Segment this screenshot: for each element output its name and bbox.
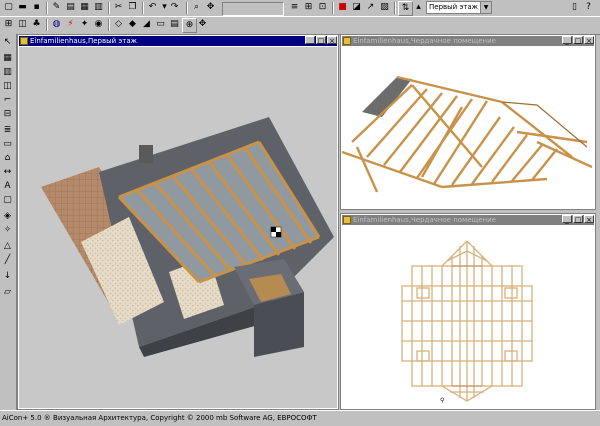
hide-icon[interactable]: ◫ (16, 18, 29, 31)
roof-truss-3d-render (342, 75, 593, 193)
triangle-icon[interactable]: △ (1, 240, 14, 253)
window-title: Einfamilienhaus,Первый этаж (30, 37, 137, 45)
minimize-button[interactable]: _ (562, 215, 572, 224)
eraser-icon[interactable]: ▱ (1, 286, 14, 299)
floor-up-icon[interactable]: ▴ (412, 1, 425, 14)
help-pointer-icon[interactable]: ? (582, 1, 595, 14)
viewport-roof-3d[interactable] (342, 47, 594, 208)
viewport-plan[interactable]: ⚲ (342, 226, 594, 408)
measure-icon[interactable]: ↗ (364, 1, 377, 14)
window-2d-attic-plan[interactable]: Einfamilienhaus,Чердачное помещение _ □ … (340, 213, 596, 410)
stair-icon[interactable]: ≣ (1, 124, 14, 137)
floor-select[interactable]: Первый этаж ▼ (426, 1, 492, 14)
copy-icon[interactable]: ❐ (126, 1, 139, 14)
maximize-button[interactable]: □ (573, 36, 583, 45)
opening-icon[interactable]: ◫ (1, 80, 14, 93)
pan-icon[interactable]: ✥ (204, 1, 217, 14)
slab-icon[interactable]: ▭ (1, 138, 14, 151)
color-icon[interactable]: ■ (336, 1, 349, 14)
eye-icon[interactable]: ◉ (92, 18, 105, 31)
render-icon[interactable]: ◪ (350, 1, 363, 14)
dimension-icon[interactable]: ↔ (1, 166, 14, 179)
chevron-down-icon[interactable]: ▼ (480, 2, 491, 13)
coordinate-field[interactable] (222, 2, 284, 16)
floor-select-value: Первый этаж (429, 3, 478, 11)
print-icon[interactable]: ▤ (64, 1, 77, 14)
window-app-icon (343, 37, 351, 45)
house-3d-render (41, 117, 334, 357)
open-folder-icon[interactable]: ▬ (16, 1, 29, 14)
preview-icon[interactable]: ▦ (78, 1, 91, 14)
window-title: Einfamilienhaus,Чердачное помещение (353, 216, 496, 224)
hatch-icon[interactable]: ▨ (378, 1, 391, 14)
maximize-button[interactable]: □ (316, 36, 326, 45)
redraw-icon[interactable]: ⚡ (64, 18, 77, 31)
status-text: AiCon+ 5.0 ® Визуальная Архитектура, Cop… (2, 414, 317, 422)
origin-marker-icon: ⚲ (440, 397, 444, 404)
status-bar: AiCon+ 5.0 ® Визуальная Архитектура, Cop… (0, 410, 600, 426)
roof-framing-plan: ⚲ (401, 240, 533, 404)
select-arrow-icon[interactable]: ↖ (1, 36, 14, 49)
window-app-icon (343, 216, 351, 224)
window-titlebar[interactable]: Einfamilienhaus,Чердачное помещение (342, 36, 594, 46)
window-app-icon (20, 37, 28, 45)
minimize-button[interactable]: _ (305, 36, 315, 45)
object-icon[interactable]: ◈ (1, 210, 14, 223)
main-toolbar: ▢ ▬ ▪ ✎ ▤ ▦ ▥ ✂ ❐ ↶ ▾ ↷ ⌕ ✥ ≡ ⊞ ⊡ ■ ◪ ↗ … (0, 0, 600, 17)
text-icon[interactable]: A (1, 180, 14, 193)
zoom-window-icon[interactable]: ⊕ (182, 18, 197, 33)
arrow-down-icon[interactable]: ↓ (1, 270, 14, 283)
zoom-icon[interactable]: ⌕ (190, 1, 203, 14)
shade-icon[interactable]: ◆ (126, 18, 139, 31)
help-book-icon[interactable]: ▯ (568, 1, 581, 14)
cut-icon[interactable]: ✂ (112, 1, 125, 14)
grid-icon[interactable]: ⊞ (302, 1, 315, 14)
window-icon[interactable]: ⊟ (1, 108, 14, 121)
close-button[interactable]: × (584, 36, 594, 45)
floor-plan-icon[interactable]: ⊞ (2, 18, 15, 31)
section-icon[interactable]: ▭ (154, 18, 167, 31)
perspective-icon[interactable]: ◢ (140, 18, 153, 31)
window-3d-attic[interactable]: Einfamilienhaus,Чердачное помещение _ □ … (340, 34, 596, 210)
roof-icon[interactable]: ⌂ (1, 152, 14, 165)
wall-icon[interactable]: ▦ (1, 52, 14, 65)
minimize-button[interactable]: _ (562, 36, 572, 45)
wireframe-icon[interactable]: ◇ (112, 18, 125, 31)
light-icon[interactable]: ✦ (78, 18, 91, 31)
floor-icon[interactable]: ⇅ (398, 1, 413, 16)
elevation-icon[interactable]: ▤ (168, 18, 181, 31)
layer-icon[interactable]: ≡ (288, 1, 301, 14)
maximize-button[interactable]: □ (573, 215, 583, 224)
close-button[interactable]: × (584, 215, 594, 224)
move-view-icon[interactable]: ✥ (196, 18, 209, 31)
redo-icon[interactable]: ↷ (168, 1, 181, 14)
save-icon[interactable]: ▪ (30, 1, 43, 14)
pencil-icon[interactable]: ✎ (50, 1, 63, 14)
line-icon[interactable]: ╱ (1, 254, 14, 267)
close-button[interactable]: × (327, 36, 337, 45)
column-icon[interactable]: ▥ (1, 66, 14, 79)
view-toolbar: ⊞ ◫ ♣ ◍ ⚡ ✦ ◉ ◇ ◆ ◢ ▭ ▤ ⊕ ✥ (0, 16, 600, 35)
door-icon[interactable]: ⌐ (1, 94, 14, 107)
window-3d-first-floor[interactable]: Einfamilienhaus,Первый этаж _ □ × (17, 34, 339, 410)
plot-icon[interactable]: ▥ (92, 1, 105, 14)
snap-icon[interactable]: ⊡ (316, 1, 329, 14)
viewport-3d[interactable] (19, 47, 337, 408)
window-titlebar[interactable]: Einfamilienhaus,Первый этаж (19, 36, 337, 46)
window-titlebar[interactable]: Einfamilienhaus,Чердачное помещение (342, 215, 594, 225)
globe-icon[interactable]: ◍ (50, 18, 63, 31)
new-file-icon[interactable]: ▢ (2, 1, 15, 14)
left-toolbar: ↖ ▦ ▥ ◫ ⌐ ⊟ ≣ ▭ ⌂ ↔ A ▢ ◈ ✧ △ ╱ ↓ ▱ (0, 34, 17, 410)
window-title: Einfamilienhaus,Чердачное помещение (353, 37, 496, 45)
symbol-icon[interactable]: ✧ (1, 224, 14, 237)
room-icon[interactable]: ▢ (1, 194, 14, 207)
trees-icon[interactable]: ♣ (30, 18, 43, 31)
